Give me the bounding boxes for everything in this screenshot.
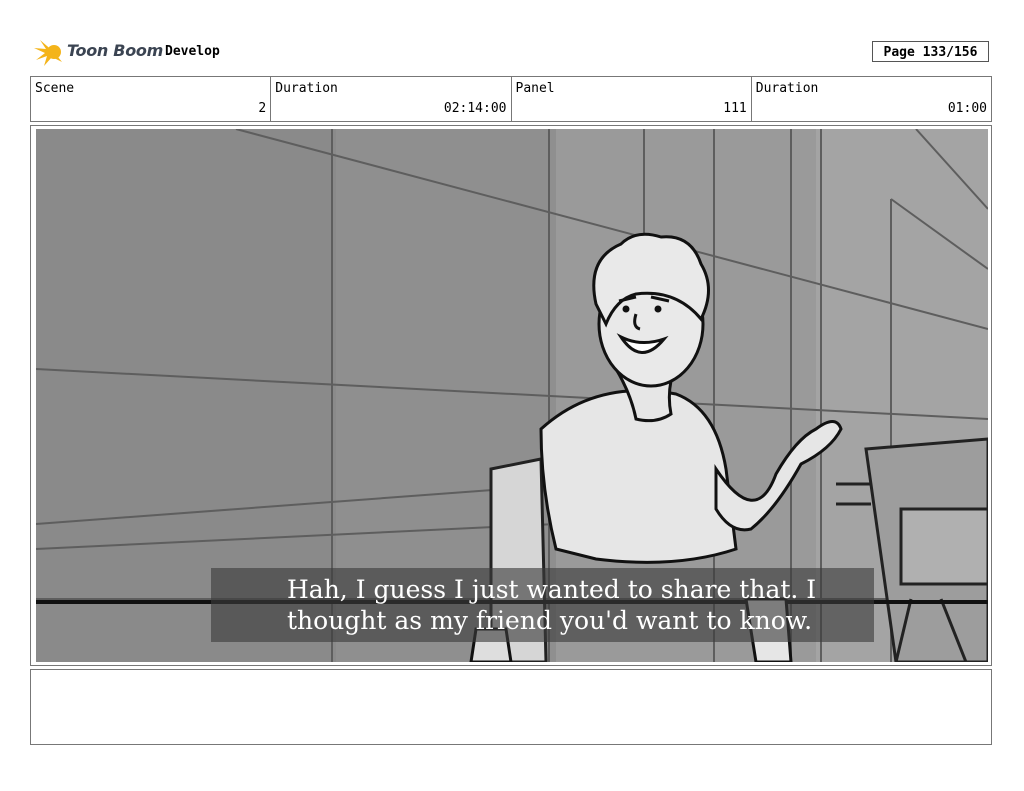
toon-boom-logo: Toon Boom	[32, 36, 163, 68]
subtitle-text: Hah, I guess I just wanted to share that…	[287, 574, 867, 636]
toon-boom-star-icon	[34, 40, 62, 66]
scene-label: Scene	[35, 81, 75, 96]
panel-duration-label: Duration	[755, 81, 819, 96]
subtitle-line-2: thought as my friend you'd want to know.	[287, 606, 813, 635]
panel-label: Panel	[515, 81, 555, 96]
scene-duration-label: Duration	[275, 81, 338, 96]
panel-cell: Panel 111	[512, 77, 752, 121]
subtitle-line-1: Hah, I guess I just wanted to share that…	[287, 575, 817, 604]
scene-cell: Scene 2	[31, 77, 272, 121]
subtitle-overlay: Hah, I guess I just wanted to share that…	[211, 568, 874, 642]
logo-text: Toon Boom	[67, 41, 163, 60]
panel-value: 111	[723, 101, 747, 116]
scene-duration-cell: Duration 02:14:00	[271, 77, 512, 121]
scene-value: 2	[258, 101, 267, 116]
page-indicator: Page 133/156	[872, 41, 989, 62]
panel-notes-box[interactable]	[30, 669, 992, 745]
panel-duration-value: 01:00	[947, 101, 987, 116]
panel-duration-cell: Duration 01:00	[752, 77, 991, 121]
scene-duration-value: 02:14:00	[443, 101, 507, 116]
info-bar: Scene 2 Duration 02:14:00 Panel 111 Dura…	[30, 76, 992, 122]
storyboard-panel-image: Hah, I guess I just wanted to share that…	[36, 129, 988, 662]
project-name: Develop	[165, 44, 220, 59]
